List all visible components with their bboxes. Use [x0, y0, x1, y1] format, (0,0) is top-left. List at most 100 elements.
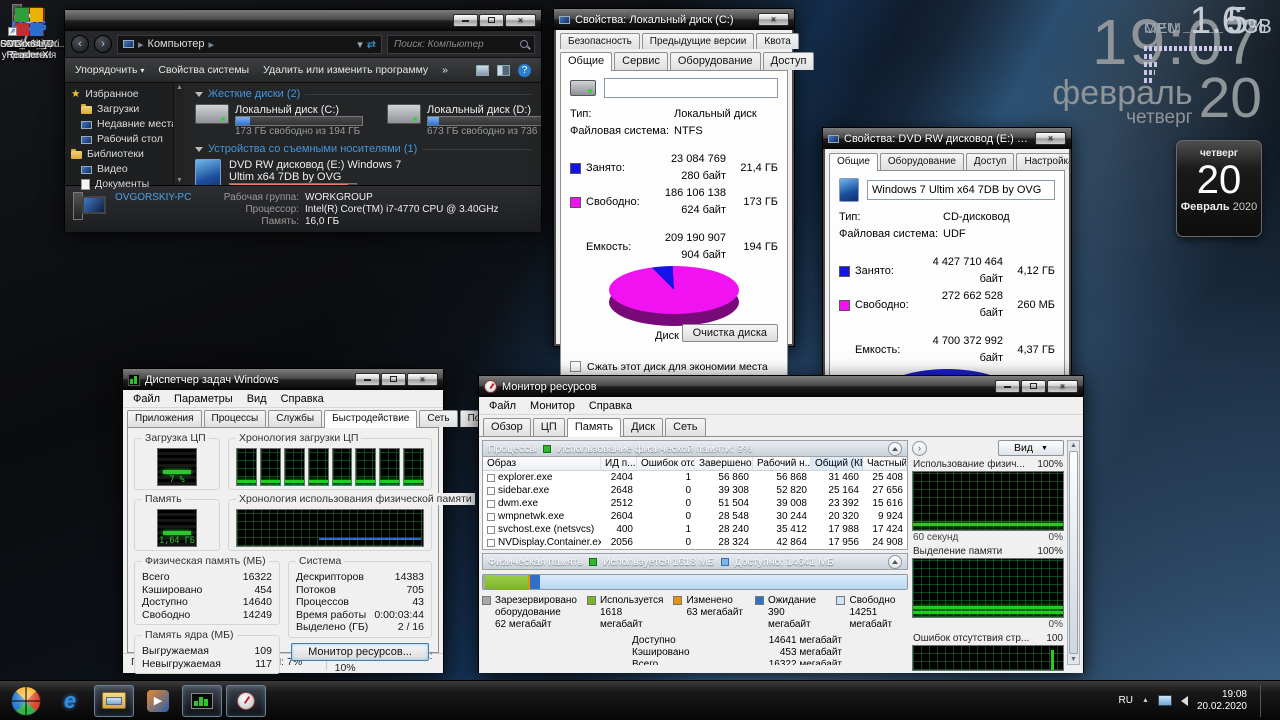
sidebar-scrollbar[interactable]: ▲▼ [173, 83, 185, 185]
physical-memory-section-header[interactable]: Физическая память Используется 1618 МБ Д… [482, 553, 908, 570]
tab-network[interactable]: Сеть [665, 418, 705, 436]
collapse-icon[interactable] [195, 147, 203, 152]
tab-previous-versions[interactable]: Предыдущие версии [642, 33, 755, 49]
tab-tools[interactable]: Сервис [614, 52, 668, 70]
row-checkbox[interactable] [487, 526, 495, 534]
tab-hardware[interactable]: Оборудование [880, 153, 964, 170]
tab-applications[interactable]: Приложения [127, 410, 202, 427]
menu-help[interactable]: Справка [583, 399, 638, 413]
tab-general[interactable]: Общие [829, 153, 878, 171]
compress-checkbox[interactable] [570, 361, 581, 372]
taskbar-item-internet-explorer[interactable]: e [50, 685, 90, 717]
expand-panel-icon[interactable]: › [912, 441, 927, 456]
minimize-button[interactable] [355, 373, 380, 386]
window-scrollbar[interactable]: ▲ ▼ [1067, 440, 1080, 665]
show-desktop-button[interactable] [1260, 685, 1270, 717]
tab-security[interactable]: Безопасность [560, 33, 640, 49]
refresh-icon[interactable]: ⇄ [367, 38, 376, 51]
tray-expand-icon[interactable]: ▲ [1142, 697, 1149, 704]
close-button[interactable]: × [505, 14, 536, 27]
start-button[interactable] [6, 685, 46, 717]
sidebar-item-recent[interactable]: Недавние места [71, 117, 173, 132]
compress-checkbox-row[interactable]: Сжать этот диск для экономии места [570, 361, 778, 373]
table-row[interactable]: svchost.exe (netsvcs) 400128 24035 41217… [483, 523, 907, 536]
scroll-up-icon[interactable]: ▲ [176, 84, 183, 91]
tab-memory[interactable]: Память [567, 418, 621, 437]
scroll-down-icon[interactable]: ▼ [176, 177, 183, 184]
task-manager-titlebar[interactable]: Диспетчер задач Windows × [123, 369, 443, 390]
menu-file[interactable]: Файл [127, 392, 166, 406]
drive-item-c[interactable]: Локальный диск (C:) 173 ГБ свободно из 1… [195, 104, 363, 137]
close-button[interactable]: × [1047, 380, 1078, 393]
scroll-up-icon[interactable]: ▲ [1070, 442, 1077, 449]
sidebar-item-desktop[interactable]: Рабочий стол [71, 132, 173, 147]
row-checkbox[interactable] [487, 539, 495, 547]
language-indicator[interactable]: RU [1119, 695, 1133, 706]
views-icon[interactable] [476, 65, 489, 76]
explorer-titlebar[interactable]: × [65, 10, 541, 31]
address-dropdown-icon[interactable]: ▾ [357, 38, 363, 51]
menu-view[interactable]: Вид [241, 392, 273, 406]
collapse-chevron-icon[interactable] [888, 555, 902, 569]
dialog-titlebar[interactable]: Свойства: DVD RW дисковод (E:) Windows 7… [823, 128, 1071, 149]
calendar-gadget[interactable]: четверг 20 Февраль 2020 [1176, 140, 1262, 237]
menu-monitor[interactable]: Монитор [524, 399, 581, 413]
tab-disk[interactable]: Диск [623, 418, 663, 436]
view-dropdown-button[interactable]: Вид▼ [998, 440, 1064, 456]
taskbar-item-explorer[interactable] [94, 685, 134, 717]
section-hard-disks[interactable]: Жесткие диски (2) [195, 88, 531, 100]
tray-clock[interactable]: 19:08 20.02.2020 [1197, 689, 1247, 713]
close-button[interactable]: × [407, 373, 438, 386]
volume-icon[interactable] [1181, 696, 1188, 706]
desktop-icon-sdi[interactable]: ↗ SDL_x64_Dri... [0, 0, 58, 50]
preview-pane-icon[interactable] [497, 65, 510, 76]
toolbar-more-icon[interactable]: » [442, 64, 448, 76]
tab-networking[interactable]: Сеть [419, 410, 457, 427]
resource-monitor-button[interactable]: Монитор ресурсов... [291, 643, 429, 661]
menu-options[interactable]: Параметры [168, 392, 239, 406]
minimize-button[interactable] [453, 14, 478, 27]
collapse-icon[interactable] [195, 92, 203, 97]
tab-hardware[interactable]: Оборудование [670, 52, 761, 70]
sidebar-item-downloads[interactable]: Загрузки [71, 102, 173, 117]
search-icon[interactable] [520, 40, 528, 48]
tab-services[interactable]: Службы [268, 410, 322, 427]
volume-label-input[interactable] [604, 78, 778, 98]
row-checkbox[interactable] [487, 474, 495, 482]
maximize-button[interactable] [381, 373, 406, 386]
tab-sharing[interactable]: Доступ [763, 52, 815, 70]
tab-performance[interactable]: Быстродействие [324, 410, 417, 428]
organize-menu[interactable]: Упорядочить ▾ [75, 64, 144, 76]
scroll-thumb[interactable] [1069, 451, 1078, 654]
close-button[interactable]: × [1035, 132, 1066, 145]
sidebar-item-libraries[interactable]: Библиотеки [71, 147, 173, 162]
drive-item-dvd[interactable]: DVD RW дисковод (E:) Windows 7 Ultim x64… [195, 159, 531, 185]
table-row[interactable]: sidebar.exe 2648039 30852 82025 16427 65… [483, 484, 907, 497]
row-checkbox[interactable] [487, 500, 495, 508]
resource-monitor-titlebar[interactable]: Монитор ресурсов × [479, 376, 1083, 397]
tab-processes[interactable]: Процессы [204, 410, 267, 427]
mem-meter-gadget[interactable]: MEM1.6GB [1144, 0, 1266, 51]
scroll-down-icon[interactable]: ▼ [1070, 656, 1077, 663]
tab-customize[interactable]: Настройка [1016, 153, 1069, 170]
menu-help[interactable]: Справка [275, 392, 330, 406]
processes-section-header[interactable]: Процессы Использование физической памяти… [482, 440, 908, 457]
drive-item-d[interactable]: Локальный диск (D:) 673 ГБ свободно из 7… [387, 104, 541, 137]
taskbar-item-resource-monitor[interactable] [226, 685, 266, 717]
forward-button[interactable]: › [94, 35, 112, 53]
row-checkbox[interactable] [487, 513, 495, 521]
close-button[interactable]: × [758, 13, 789, 26]
sidebar-item-video[interactable]: Видео [71, 162, 173, 177]
help-icon[interactable]: ? [518, 64, 531, 77]
maximize-button[interactable] [479, 14, 504, 27]
minimize-button[interactable] [995, 380, 1020, 393]
tab-overview[interactable]: Обзор [483, 418, 531, 436]
volume-label-input[interactable]: Windows 7 Ultim x64 7DB by OVG [867, 180, 1055, 200]
menu-file[interactable]: Файл [483, 399, 522, 413]
sidebar-item-favorites[interactable]: ★Избранное [71, 87, 173, 102]
uninstall-program-button[interactable]: Удалить или изменить программу [263, 64, 428, 76]
maximize-button[interactable] [1021, 380, 1046, 393]
row-checkbox[interactable] [487, 487, 495, 495]
taskbar-item-task-manager[interactable] [182, 685, 222, 717]
address-bar[interactable]: ▸ Компьютер ▸ ▾ ⇄ [117, 35, 382, 54]
